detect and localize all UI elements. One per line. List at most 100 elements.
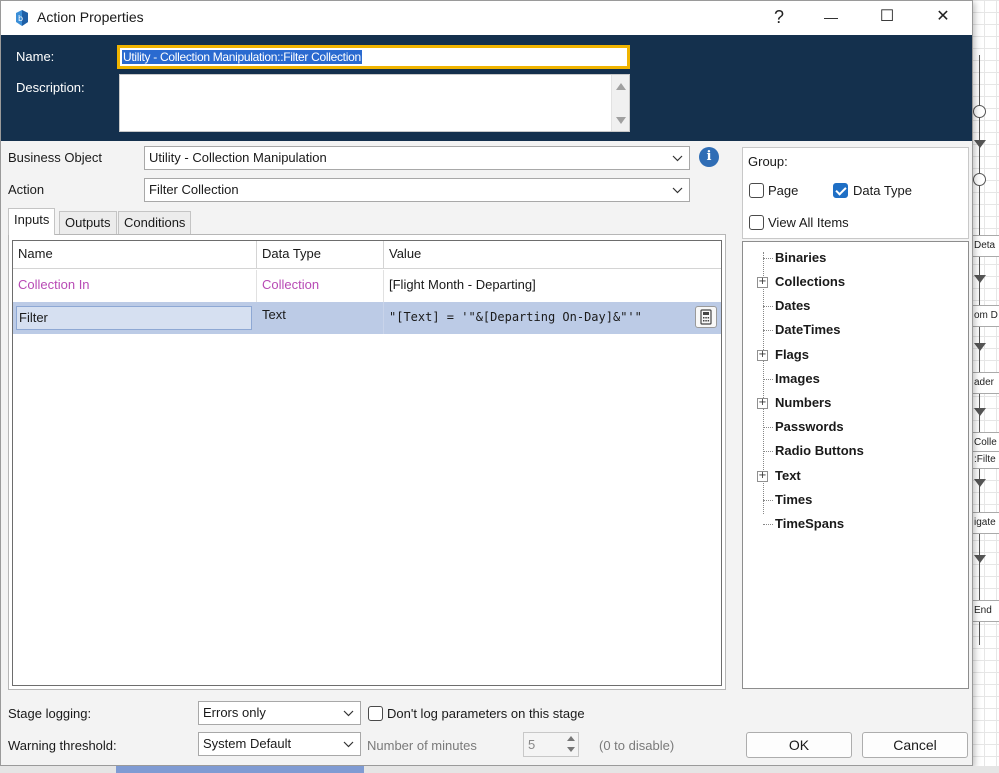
name-label: Name:	[16, 49, 55, 64]
page-checkbox[interactable]	[749, 183, 764, 198]
dont-log-label: Don't log parameters on this stage	[387, 706, 585, 721]
maximize-button[interactable]: ☐	[859, 1, 915, 35]
stepper-up-icon[interactable]	[567, 736, 575, 741]
expand-plus-icon[interactable]: +	[757, 350, 768, 361]
app-icon: b	[16, 10, 28, 26]
scroll-up-icon[interactable]	[616, 83, 626, 90]
flow-anchor	[973, 173, 986, 186]
minimize-button[interactable]: —	[803, 1, 859, 35]
tree-item-collections[interactable]: Collections	[775, 274, 845, 289]
background-selection-strip	[116, 766, 364, 773]
scroll-down-icon[interactable]	[616, 117, 626, 124]
warning-threshold-label: Warning threshold:	[8, 738, 117, 753]
data-type-checkbox-label: Data Type	[853, 183, 913, 198]
tree-branch	[763, 451, 773, 452]
number-of-minutes-label: Number of minutes	[367, 738, 477, 753]
table-row-selected[interactable]: Filter Text "[Text] = '"&[Departing On-D…	[13, 302, 721, 334]
minutes-value: 5	[528, 737, 536, 752]
flow-stage[interactable]: ader	[971, 372, 999, 394]
expression-editor-button[interactable]	[695, 306, 717, 328]
param-type-cell: Text	[257, 302, 384, 334]
tree-item-text[interactable]: Text	[775, 468, 801, 483]
info-icon[interactable]: i	[699, 147, 719, 167]
tree-item-radio-buttons[interactable]: Radio Buttons	[775, 443, 864, 458]
action-value: Filter Collection	[149, 182, 239, 197]
param-type-cell: Collection	[257, 270, 384, 302]
view-all-items-label: View All Items	[768, 215, 849, 230]
table-row[interactable]: Collection In Collection [Flight Month -…	[13, 270, 721, 302]
flow-arrow-icon	[974, 140, 986, 148]
stepper-down-icon[interactable]	[567, 747, 575, 752]
cancel-button[interactable]: Cancel	[862, 732, 968, 758]
business-object-select[interactable]: Utility - Collection Manipulation	[144, 146, 690, 170]
description-scrollbar[interactable]	[611, 75, 629, 131]
business-object-label: Business Object	[8, 150, 102, 165]
flow-stage[interactable]: End	[971, 600, 999, 622]
tree-item-numbers[interactable]: Numbers	[775, 395, 831, 410]
calculator-icon	[700, 309, 712, 325]
flow-anchor	[973, 105, 986, 118]
param-name-edit[interactable]: Filter	[16, 306, 252, 330]
tree-branch	[763, 258, 773, 259]
svg-text:b: b	[18, 14, 23, 23]
tree-branch	[763, 379, 773, 380]
stage-logging-value: Errors only	[203, 705, 266, 720]
flow-arrow-icon	[974, 408, 986, 416]
close-button[interactable]: ✕	[915, 1, 971, 35]
action-label: Action	[8, 182, 45, 197]
dont-log-checkbox[interactable]	[368, 706, 383, 721]
flow-stage[interactable]: Deta	[971, 235, 999, 257]
chevron-down-icon	[672, 187, 683, 194]
action-select[interactable]: Filter Collection	[144, 178, 690, 202]
data-items-tree: Binaries + Collections Dates DateTimes +…	[742, 241, 969, 689]
expand-plus-icon[interactable]: +	[757, 398, 768, 409]
warning-threshold-select[interactable]: System Default	[198, 732, 361, 756]
minutes-stepper[interactable]: 5	[523, 732, 579, 757]
description-textarea[interactable]	[119, 74, 630, 132]
tab-outputs[interactable]: Outputs	[59, 211, 117, 234]
flow-stage[interactable]: igate	[971, 512, 999, 534]
action-properties-dialog: b Action Properties ? — ☐ ✕ Name: Utilit…	[0, 0, 973, 766]
tree-item-passwords[interactable]: Passwords	[775, 419, 844, 434]
tree-item-flags[interactable]: Flags	[775, 347, 809, 362]
column-header-value[interactable]: Value	[384, 241, 721, 269]
tree-item-timespans[interactable]: TimeSpans	[775, 516, 844, 531]
tree-item-images[interactable]: Images	[775, 371, 820, 386]
tree-branch	[763, 306, 773, 307]
chevron-down-icon	[343, 710, 354, 717]
tab-conditions[interactable]: Conditions	[118, 211, 192, 234]
help-button[interactable]: ?	[751, 1, 807, 35]
ok-button[interactable]: OK	[746, 732, 852, 758]
expand-plus-icon[interactable]: +	[757, 471, 768, 482]
stage-logging-select[interactable]: Errors only	[198, 701, 361, 725]
tree-item-binaries[interactable]: Binaries	[775, 250, 826, 265]
flow-stage[interactable]: :Filte	[971, 451, 999, 469]
name-input[interactable]: Utility - Collection Manipulation::Filte…	[117, 45, 630, 69]
tab-inputs[interactable]: Inputs	[8, 208, 56, 235]
data-type-checkbox[interactable]	[833, 183, 848, 198]
flow-stage[interactable]: om D	[971, 305, 999, 327]
tree-branch	[763, 427, 773, 428]
flow-arrow-icon	[974, 479, 986, 487]
disable-hint: (0 to disable)	[599, 738, 675, 753]
business-object-value: Utility - Collection Manipulation	[149, 150, 327, 165]
flow-arrow-icon	[974, 555, 986, 563]
column-header-name[interactable]: Name	[13, 241, 257, 269]
process-flow-strip: Deta om D ader Colle :Filte igate End	[971, 55, 999, 645]
column-header-data-type[interactable]: Data Type	[257, 241, 384, 269]
chevron-down-icon	[672, 155, 683, 162]
view-all-items-checkbox[interactable]	[749, 215, 764, 230]
flow-arrow-icon	[974, 275, 986, 283]
name-input-text: Utility - Collection Manipulation::Filte…	[122, 50, 362, 64]
header-panel: Name: Utility - Collection Manipulation:…	[1, 35, 972, 141]
group-options-panel: Group: Page Data Type View All Items	[742, 147, 969, 239]
tree-item-times[interactable]: Times	[775, 492, 812, 507]
tree-item-datetimes[interactable]: DateTimes	[775, 322, 841, 337]
param-value-cell[interactable]: "[Text] = '"&[Departing On-Day]&"'"	[384, 302, 689, 334]
inputs-tab-panel: Name Data Type Value Collection In Colle…	[8, 234, 726, 690]
tree-branch	[763, 524, 773, 525]
param-value-cell[interactable]: [Flight Month - Departing]	[384, 270, 721, 302]
tree-item-dates[interactable]: Dates	[775, 298, 810, 313]
tree-branch	[763, 500, 773, 501]
expand-plus-icon[interactable]: +	[757, 277, 768, 288]
